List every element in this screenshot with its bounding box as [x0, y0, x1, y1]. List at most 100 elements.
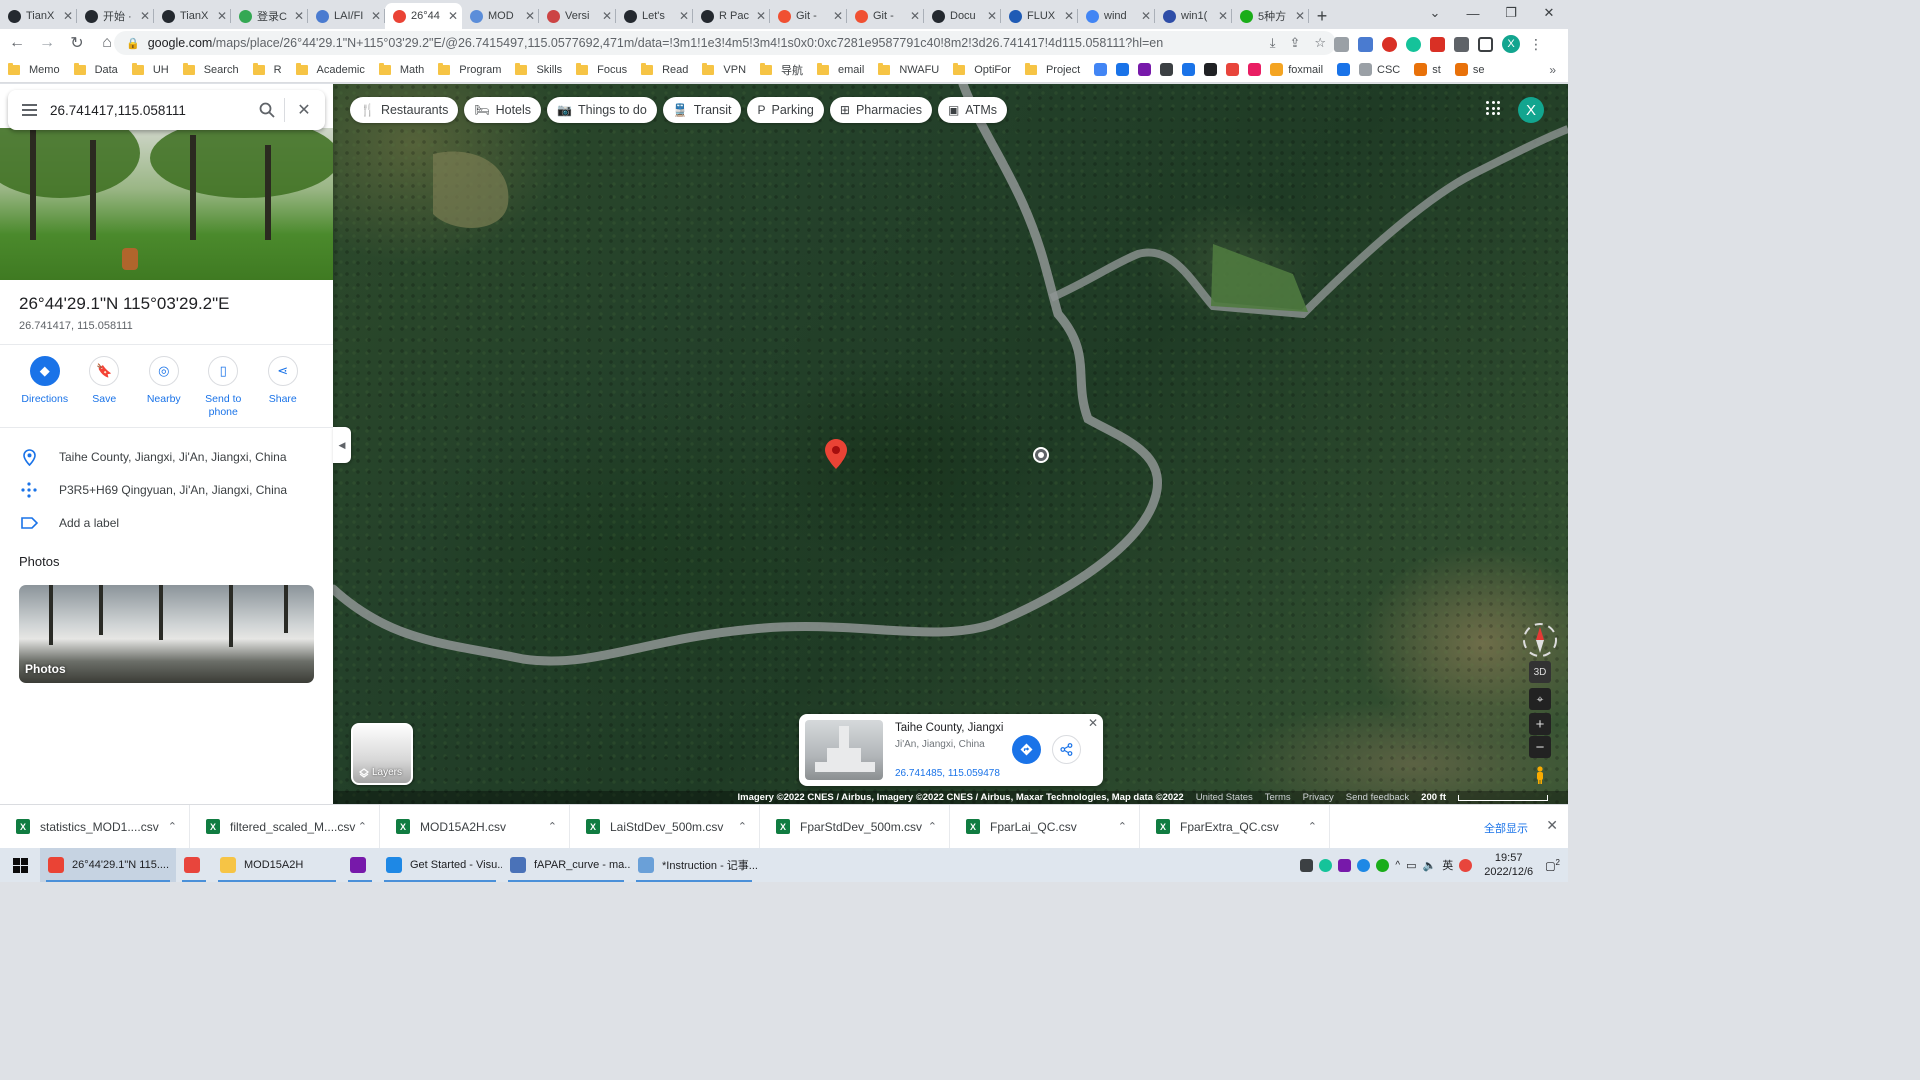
bookmark-item[interactable]: 导航: [760, 62, 803, 78]
browser-tab[interactable]: Git - ✕: [847, 3, 924, 29]
nearby-button[interactable]: ◎ Nearby: [134, 356, 194, 419]
tray-chevron-icon[interactable]: ^: [1395, 860, 1400, 871]
add-label-row[interactable]: Add a label: [19, 514, 119, 532]
tab-close-icon[interactable]: ✕: [294, 9, 304, 23]
chip-transit[interactable]: 🚆 Transit: [662, 97, 742, 123]
browser-tab[interactable]: R Pac ✕: [693, 3, 770, 29]
tab-close-icon[interactable]: ✕: [1141, 9, 1151, 23]
bookmark-item[interactable]: [1138, 63, 1156, 76]
tray-app-icon[interactable]: [1300, 858, 1314, 872]
address-bar[interactable]: 🔒 google.com/maps/place/26°44'29.1"N+115…: [114, 31, 1336, 55]
chevron-up-icon[interactable]: ⌃: [928, 820, 937, 833]
photos-thumbnail[interactable]: Photos: [19, 585, 314, 683]
chip-things-to-do[interactable]: 📷 Things to do: [547, 97, 657, 123]
show-all-downloads-link[interactable]: 全部显示: [1484, 820, 1528, 836]
browser-tab[interactable]: wind ✕: [1078, 3, 1155, 29]
place-card-thumbnail[interactable]: [805, 720, 883, 780]
country-link[interactable]: United States: [1196, 792, 1253, 803]
chip-atms[interactable]: ▣ ATMs: [937, 97, 1008, 123]
share-page-icon[interactable]: ⇪: [1289, 35, 1300, 51]
zoom-out-button[interactable]: −: [1529, 736, 1551, 758]
tab-close-icon[interactable]: ✕: [987, 9, 997, 23]
extensions-puzzle-icon[interactable]: [1454, 36, 1469, 52]
taskbar-app[interactable]: fAPAR_curve - ma...: [502, 848, 630, 882]
bookmark-item[interactable]: [1204, 63, 1222, 76]
tab-close-icon[interactable]: ✕: [756, 9, 766, 23]
tray-app-icon[interactable]: [1319, 858, 1333, 872]
address-row[interactable]: Taihe County, Jiangxi, Ji'An, Jiangxi, C…: [19, 448, 287, 466]
system-clock[interactable]: 19:57 2022/12/6: [1484, 851, 1533, 879]
taskbar-app[interactable]: [342, 848, 378, 882]
tab-close-icon[interactable]: ✕: [910, 9, 920, 23]
bookmark-item[interactable]: [1337, 63, 1355, 76]
taskbar-app[interactable]: MOD15A2H: [212, 848, 342, 882]
taskbar-app[interactable]: *Instruction - 记事...: [630, 848, 758, 882]
bookmark-item[interactable]: VPN: [702, 62, 746, 76]
download-item[interactable]: Xfiltered_scaled_M....csv ⌃: [190, 804, 380, 849]
reload-button[interactable]: ↻: [64, 30, 90, 56]
minimize-button[interactable]: —: [1454, 0, 1492, 26]
bookmark-item[interactable]: Academic: [295, 62, 365, 76]
bookmark-item[interactable]: UH: [131, 62, 169, 76]
bookmark-item[interactable]: Memo: [8, 62, 60, 76]
privacy-link[interactable]: Privacy: [1303, 792, 1334, 803]
bookmark-star-icon[interactable]: ☆: [1314, 35, 1326, 51]
bookmark-item[interactable]: Focus: [576, 62, 627, 76]
chevron-up-icon[interactable]: ⌃: [1308, 820, 1317, 833]
tab-close-icon[interactable]: ✕: [679, 9, 689, 23]
tab-close-icon[interactable]: ✕: [1064, 9, 1074, 23]
bookmark-item[interactable]: [1226, 63, 1244, 76]
bookmark-item[interactable]: CSC: [1359, 63, 1400, 76]
ime-indicator[interactable]: 英: [1442, 857, 1453, 873]
url-text[interactable]: google.com/maps/place/26°44'29.1"N+115°0…: [148, 36, 1163, 50]
chip-pharmacies[interactable]: ⊞ Pharmacies: [829, 97, 932, 123]
tab-close-icon[interactable]: ✕: [1218, 9, 1228, 23]
browser-tab[interactable]: 5种方 ✕: [1232, 3, 1309, 29]
back-button[interactable]: ←: [4, 30, 30, 56]
bookmark-item[interactable]: [1160, 63, 1178, 76]
place-marker-icon[interactable]: [1033, 447, 1049, 463]
extension-pdf-icon[interactable]: [1430, 36, 1445, 52]
bookmark-item[interactable]: st: [1414, 63, 1441, 76]
browser-tab[interactable]: TianX ✕: [0, 3, 77, 29]
browser-tab[interactable]: 开始 · ✕: [77, 3, 154, 29]
windows-start-icon[interactable]: [0, 848, 40, 882]
install-app-icon[interactable]: ⤓: [1270, 35, 1276, 51]
tab-search-icon[interactable]: ⌄: [1416, 0, 1454, 26]
browser-tab[interactable]: LAI/FI ✕: [308, 3, 385, 29]
tray-onedrive-icon[interactable]: [1357, 858, 1371, 872]
download-item[interactable]: X LaiStdDev_500m.csv ⌃: [570, 804, 760, 849]
bookmark-item[interactable]: se: [1454, 63, 1484, 76]
bookmarks-overflow-icon[interactable]: »: [1549, 63, 1556, 77]
browser-tab[interactable]: win1(✕: [1155, 3, 1232, 29]
place-card-close-icon[interactable]: ✕: [1088, 716, 1098, 730]
save-button[interactable]: 🔖 Save: [75, 356, 135, 419]
send-to-phone-button[interactable]: ▯ Send to phone: [194, 356, 254, 419]
browser-tab[interactable]: Let's ✕: [616, 3, 693, 29]
notification-icon[interactable]: ▢2: [1545, 858, 1560, 873]
zoom-in-button[interactable]: +: [1529, 713, 1551, 735]
browser-tab[interactable]: MOD ✕: [462, 3, 539, 29]
place-card-share-button[interactable]: [1052, 735, 1081, 764]
chip-parking[interactable]: P Parking: [747, 97, 824, 123]
browser-tab[interactable]: 登录C ✕: [231, 3, 308, 29]
bookmark-item[interactable]: NWAFU: [878, 62, 939, 76]
place-hero-photo[interactable]: [0, 128, 333, 280]
profile-avatar[interactable]: X: [1502, 35, 1520, 53]
extension-grammarly-icon[interactable]: [1406, 36, 1421, 52]
terms-link[interactable]: Terms: [1265, 792, 1291, 803]
network-icon[interactable]: ▭: [1406, 859, 1416, 872]
place-card[interactable]: Taihe County, Jiangxi Ji'An, Jiangxi, Ch…: [799, 714, 1103, 786]
download-item[interactable]: Xstatistics_MOD1....csv ⌃: [0, 804, 190, 849]
chevron-up-icon[interactable]: ⌃: [548, 820, 557, 833]
share-button[interactable]: ⋖ Share: [253, 356, 313, 419]
bookmark-item[interactable]: foxmail: [1270, 63, 1323, 76]
chip-hotels[interactable]: 🛏 Hotels: [464, 97, 542, 123]
bookmark-item[interactable]: email: [817, 62, 864, 76]
side-panel-icon[interactable]: [1478, 36, 1493, 52]
browser-tab[interactable]: Git - ✕: [770, 3, 847, 29]
pegman-icon[interactable]: [1529, 764, 1551, 786]
taskbar-app[interactable]: Get Started - Visu...: [378, 848, 502, 882]
browser-menu-icon[interactable]: ⋮: [1529, 37, 1543, 52]
bookmark-item[interactable]: R: [252, 62, 282, 76]
